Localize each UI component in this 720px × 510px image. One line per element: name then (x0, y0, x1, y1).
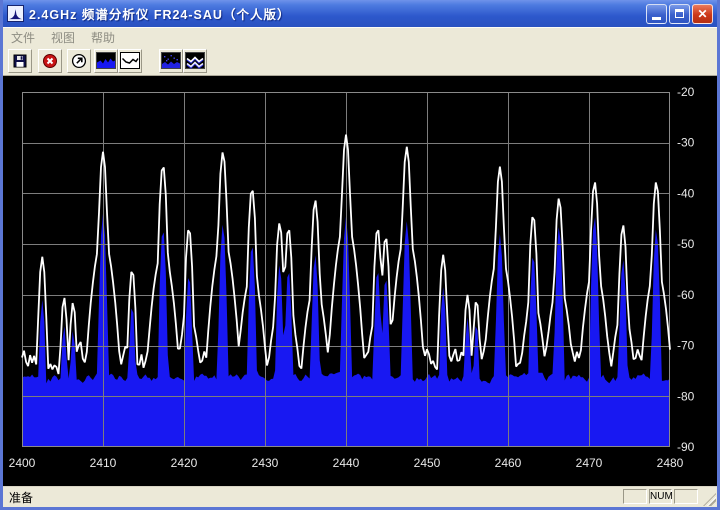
close-icon: ✕ (697, 8, 707, 20)
menu-help[interactable]: 帮助 (83, 29, 123, 46)
x-tick-label: 2430 (252, 456, 279, 470)
menu-file[interactable]: 文件 (3, 29, 43, 46)
x-tick-label: 2410 (90, 456, 117, 470)
x-tick-label: 2420 (171, 456, 198, 470)
window-title: 2.4GHz 频谱分析仪 FR24-SAU（个人版） (29, 4, 646, 23)
statusbar: 准备 NUM (3, 486, 717, 507)
status-panel-num: NUM (649, 489, 672, 504)
y-tick-label: -90 (677, 440, 695, 454)
waterfall-dots-icon (161, 52, 181, 69)
status-text: 准备 (9, 489, 33, 506)
x-tick-label: 2470 (576, 456, 603, 470)
close-button[interactable]: ✕ (692, 4, 713, 24)
menubar: 文件 视图 帮助 (3, 27, 717, 46)
resize-grip[interactable] (703, 493, 716, 506)
x-tick-label: 2480 (657, 456, 684, 470)
spectrum-chart: 2400 2410 2420 2430 2440 2450 2460 2470 2480 -20 -… (3, 76, 717, 486)
maximize-button[interactable] (669, 4, 690, 24)
window-controls: ✕ (646, 4, 713, 24)
waterfall-lines-mode-button[interactable] (183, 49, 207, 73)
red-circle-x-icon (42, 53, 58, 69)
spectrum-display: 2400 2410 2420 2430 2440 2450 2460 2470 2480 -20 -… (3, 76, 717, 486)
maximize-icon (675, 9, 684, 18)
menu-view[interactable]: 视图 (43, 29, 83, 46)
display-line-mode-button[interactable] (118, 49, 142, 73)
status-panel-2 (674, 489, 698, 504)
x-tick-label: 2400 (9, 456, 36, 470)
circle-arrow-icon (71, 53, 87, 69)
app-icon[interactable] (7, 5, 24, 22)
waterfall-dots-mode-button[interactable] (159, 49, 183, 73)
x-tick-label: 2440 (333, 456, 360, 470)
y-tick-label: -60 (677, 288, 695, 302)
y-tick-label: -40 (677, 186, 695, 200)
y-tick-label: -50 (677, 237, 695, 251)
run-button[interactable] (67, 49, 91, 73)
save-button[interactable] (8, 49, 32, 73)
minimize-button[interactable] (646, 4, 667, 24)
y-tick-label: -30 (677, 136, 695, 150)
y-tick-label: -70 (677, 339, 695, 353)
waterfall-lines-icon (185, 52, 205, 69)
app-window: 2.4GHz 频谱分析仪 FR24-SAU（个人版） ✕ 文件 视图 帮助 (0, 0, 720, 510)
stop-button[interactable] (38, 49, 62, 73)
display-fill-mode-button[interactable] (94, 49, 118, 73)
minimize-icon (652, 17, 661, 20)
titlebar[interactable]: 2.4GHz 频谱分析仪 FR24-SAU（个人版） ✕ (3, 0, 717, 27)
filled-spectrum-icon (96, 52, 116, 69)
x-tick-label: 2450 (414, 456, 441, 470)
spectrum-peak-icon (8, 6, 23, 21)
y-tick-label: -80 (677, 389, 695, 403)
x-tick-label: 2460 (495, 456, 522, 470)
status-panel-1 (623, 489, 647, 504)
toolbar (3, 46, 717, 76)
y-tick-label: -20 (677, 85, 695, 99)
line-spectrum-icon (120, 52, 140, 69)
floppy-disk-icon (12, 53, 28, 69)
